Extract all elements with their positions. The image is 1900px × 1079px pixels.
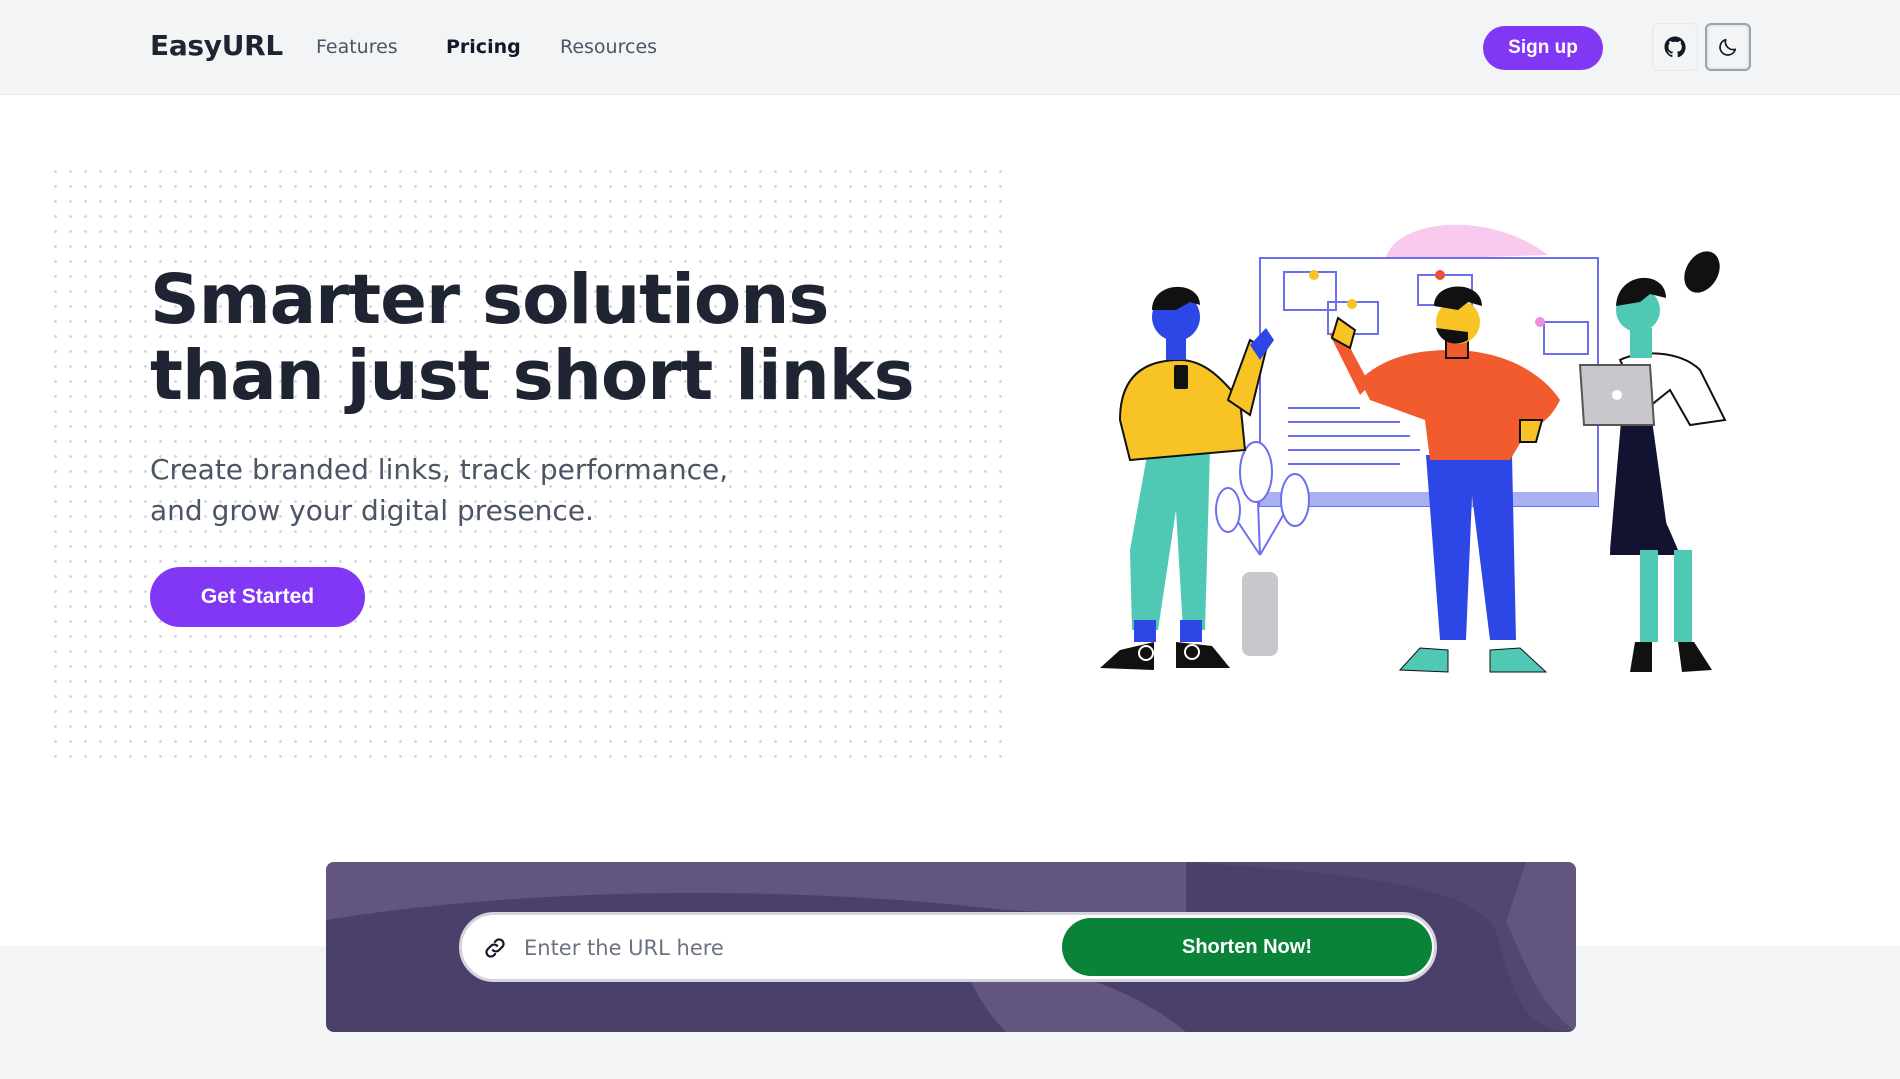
team-illustration [1100,224,1727,673]
brand-logo[interactable]: EasyURL [150,29,283,62]
url-shortener-panel: Shorten Now! [326,862,1576,1032]
theme-toggle-button[interactable] [1705,23,1751,71]
nav-link-features[interactable]: Features [316,36,398,58]
shorten-now-button[interactable]: Shorten Now! [1062,918,1432,976]
nav-link-pricing[interactable]: Pricing [446,36,521,58]
get-started-button[interactable]: Get Started [150,567,365,627]
hero-title: Smarter solutions than just short links [150,262,1050,414]
hero-subtitle-line-2: and grow your digital presence. [150,494,594,527]
github-icon [1664,36,1686,58]
hero-subtitle-line-1: Create branded links, track performance, [150,453,729,486]
link-icon [485,938,505,958]
pink-blob-shape [1385,224,1548,260]
nav-link-resources[interactable]: Resources [560,36,657,58]
github-button[interactable] [1652,23,1698,71]
plant-pot [1242,572,1278,656]
sign-up-button[interactable]: Sign up [1483,26,1603,70]
moon-icon [1719,38,1737,56]
top-navbar: EasyURL Features Pricing Resources Sign … [0,0,1900,95]
hero-title-line-1: Smarter solutions [150,260,829,340]
hero-subtitle: Create branded links, track performance,… [150,449,870,531]
person-right [1578,251,1727,672]
shorten-url-form: Shorten Now! [459,912,1437,982]
hero-title-line-2: than just short links [150,336,915,416]
url-input[interactable] [524,927,1044,969]
